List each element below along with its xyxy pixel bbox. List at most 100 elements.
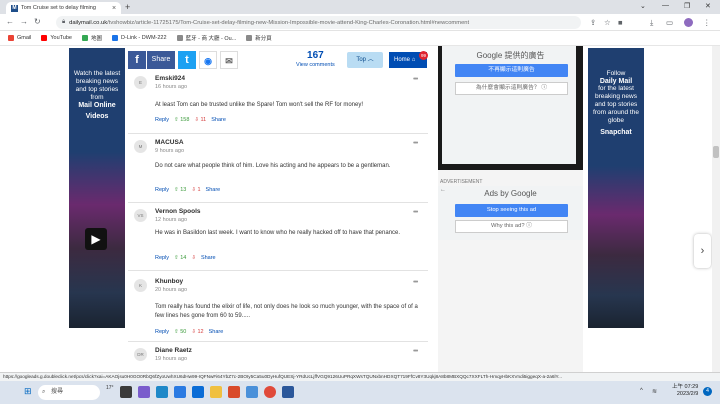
- start-icon[interactable]: ⊞: [24, 386, 32, 397]
- downvote-button[interactable]: ⇩ 1: [191, 187, 200, 193]
- comment-username[interactable]: Khunboy: [155, 278, 183, 285]
- share-page-icon[interactable]: ⇪: [590, 18, 596, 27]
- task-view-icon[interactable]: [120, 386, 132, 398]
- wifi-icon[interactable]: ≋: [652, 388, 657, 395]
- advertisement-label: ADVERTISEMENT: [440, 179, 483, 185]
- comments-list: E Emski924 16 hours ago ••• At least Tom…: [128, 74, 428, 372]
- profile-avatar[interactable]: [684, 18, 693, 27]
- upvote-button[interactable]: ⇧ 13: [174, 187, 186, 193]
- download-icon[interactable]: ⤓: [650, 18, 653, 28]
- comment-username[interactable]: Diane Raetz: [155, 347, 192, 354]
- avatar[interactable]: DR: [134, 348, 147, 361]
- comment-item: DR Diane Raetz 19 hours ago •••: [128, 346, 428, 372]
- comment-username[interactable]: Vernon Spools: [155, 208, 201, 215]
- upvote-button[interactable]: ⇧ 158: [174, 117, 189, 123]
- edge-icon[interactable]: [156, 386, 168, 398]
- comment-item: M MACUSA 9 hours ago ••• Do not care wha…: [128, 138, 428, 200]
- comment-username[interactable]: Emski924: [155, 75, 185, 82]
- back-arrow-icon[interactable]: ←: [6, 17, 14, 26]
- avatar[interactable]: M: [134, 140, 147, 153]
- top-button[interactable]: Top ︿: [347, 52, 383, 68]
- downvote-button[interactable]: ⇩: [191, 255, 196, 261]
- more-options-icon[interactable]: •••: [413, 140, 418, 147]
- photos-icon[interactable]: [246, 386, 258, 398]
- downvote-button[interactable]: ⇩ 11: [194, 117, 206, 123]
- share-link[interactable]: Share: [206, 187, 221, 193]
- tray-chevron-icon[interactable]: ^: [640, 388, 643, 394]
- extension-icon[interactable]: ■: [618, 18, 623, 27]
- share-link[interactable]: Share: [201, 255, 216, 261]
- play-video-icon[interactable]: ▶: [85, 228, 107, 250]
- file-explorer-icon[interactable]: [210, 386, 222, 398]
- facebook-share-button[interactable]: Share: [147, 51, 175, 69]
- restore-icon[interactable]: ❐: [684, 2, 690, 10]
- mail-icon[interactable]: [174, 386, 186, 398]
- avatar[interactable]: E: [134, 76, 147, 89]
- comment-username[interactable]: MACUSA: [155, 139, 184, 146]
- right-ad-media: Snapchat: [600, 129, 632, 136]
- email-icon[interactable]: ✉: [220, 51, 238, 69]
- weather-temp[interactable]: 17°: [106, 385, 114, 391]
- bookmark-dlink[interactable]: D-Link - DWM-222: [112, 35, 167, 41]
- minimize-icon[interactable]: —: [662, 2, 669, 9]
- more-options-icon[interactable]: •••: [413, 348, 418, 355]
- avatar[interactable]: K: [134, 279, 147, 292]
- stop-seeing-ad-button[interactable]: Stop seeing this ad: [455, 204, 568, 217]
- bookmark-gmail[interactable]: Gmail: [8, 35, 31, 41]
- more-options-icon[interactable]: •••: [413, 76, 418, 83]
- close-window-icon[interactable]: ✕: [705, 2, 711, 10]
- more-options-icon[interactable]: •••: [413, 279, 418, 286]
- scrollbar-thumb[interactable]: [713, 146, 719, 158]
- chrome-icon[interactable]: [264, 386, 276, 398]
- reply-link[interactable]: Reply: [155, 329, 169, 335]
- comment-time: 19 hours ago: [155, 356, 188, 362]
- stop-ad-button-zh[interactable]: 不再顯示這則廣告: [455, 64, 568, 77]
- downvote-button[interactable]: ⇩ 12: [191, 329, 203, 335]
- share-link[interactable]: Share: [209, 329, 224, 335]
- taskbar-search[interactable]: 搜尋: [38, 385, 100, 400]
- arrow-up-icon: ⇧: [174, 117, 179, 123]
- bookmark-youtube[interactable]: YouTube: [41, 35, 72, 41]
- office-icon[interactable]: [228, 386, 240, 398]
- why-ad-button-zh[interactable]: 為什麼會顯示這則廣告？ ⓘ: [455, 82, 568, 95]
- reload-icon[interactable]: ↻: [34, 17, 41, 26]
- new-tab-button[interactable]: +: [125, 2, 130, 12]
- home-icon: ⌂: [411, 57, 416, 63]
- reply-link[interactable]: Reply: [155, 117, 169, 123]
- tab-search-icon[interactable]: ⌄: [640, 2, 646, 10]
- ad-edge: [438, 164, 583, 170]
- why-this-ad-button[interactable]: Why this ad? ⓘ: [455, 220, 568, 233]
- browser-tab[interactable]: M Tom Cruise set to delay filming ×: [6, 2, 121, 14]
- forward-arrow-icon[interactable]: →: [20, 17, 28, 26]
- comment-count-link[interactable]: 167 View comments: [296, 50, 335, 68]
- tab-close-icon[interactable]: ×: [112, 5, 116, 12]
- messenger-icon[interactable]: ◉: [199, 51, 217, 69]
- browser-menu-icon[interactable]: ⋮: [703, 18, 711, 27]
- page-scrollbar[interactable]: [712, 46, 720, 372]
- next-article-arrow-icon[interactable]: ›: [694, 234, 711, 268]
- reply-link[interactable]: Reply: [155, 187, 169, 193]
- facebook-icon[interactable]: f: [128, 51, 146, 69]
- twitter-icon[interactable]: t: [178, 51, 196, 69]
- upvote-button[interactable]: ⇧ 14: [174, 255, 186, 261]
- upvote-button[interactable]: ⇧ 50: [174, 329, 186, 335]
- bookmark-star-icon[interactable]: ☆: [604, 18, 611, 27]
- reply-link[interactable]: Reply: [155, 255, 169, 261]
- taskbar-clock[interactable]: 上午 07:29 2023/2/9: [672, 384, 698, 398]
- bookmark-maps[interactable]: 地圖: [82, 34, 102, 42]
- bookmark-folder[interactable]: 藍牙 - 商 大廳 - Ou...: [176, 34, 236, 42]
- left-side-ad[interactable]: Watch the latest breaking news and top s…: [69, 48, 125, 328]
- share-link[interactable]: Share: [211, 117, 226, 123]
- side-panel-icon[interactable]: ▭: [666, 18, 673, 27]
- word-icon[interactable]: [282, 386, 294, 398]
- right-ad-brand: Daily Mail: [599, 78, 633, 85]
- notification-badge[interactable]: 4: [703, 387, 712, 396]
- bookmark-newtab[interactable]: 新分頁: [246, 34, 272, 42]
- maps-icon: [82, 35, 88, 41]
- avatar[interactable]: VS: [134, 209, 147, 222]
- right-side-ad[interactable]: Follow Daily Mail for the latest breakin…: [588, 48, 644, 328]
- teams-icon[interactable]: [138, 386, 150, 398]
- address-bar[interactable]: 🔒︎ dailymail.co.uk/tvshowbiz/article-117…: [56, 16, 581, 29]
- more-options-icon[interactable]: •••: [413, 209, 418, 216]
- store-icon[interactable]: [192, 386, 204, 398]
